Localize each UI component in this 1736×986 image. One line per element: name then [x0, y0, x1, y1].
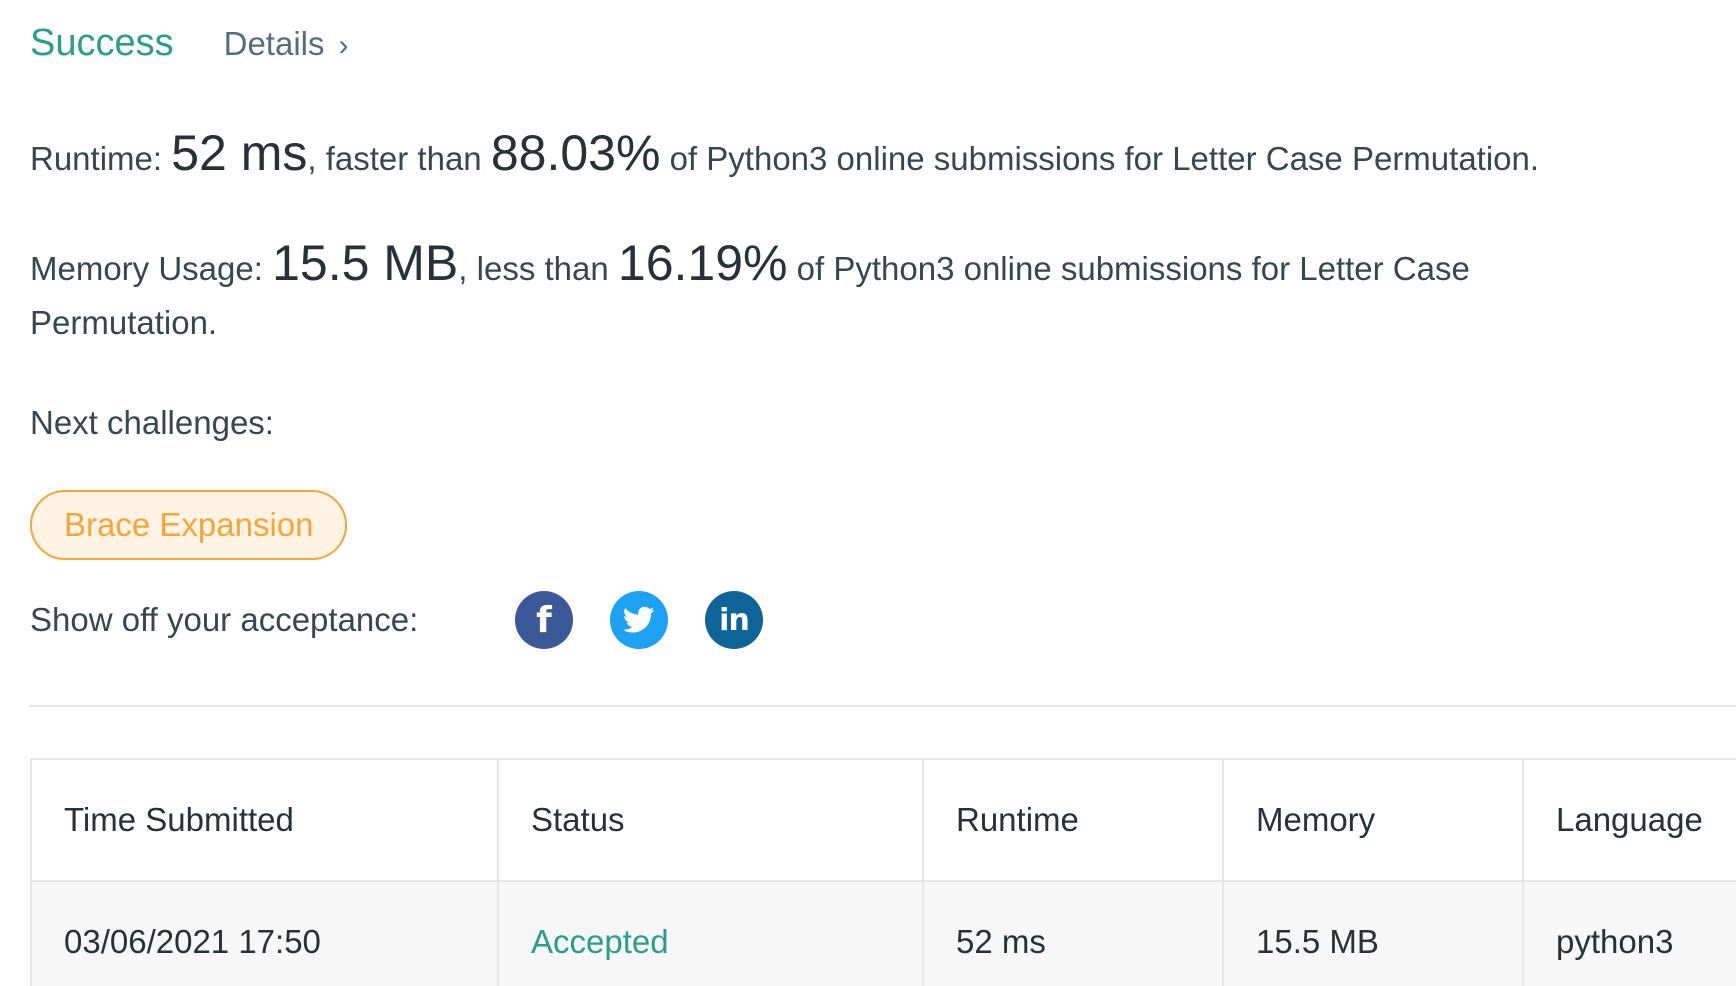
col-status[interactable]: Status: [497, 758, 924, 882]
share-row: Show off your acceptance: f in: [30, 590, 800, 650]
table-row: 03/06/2021 17:50 Accepted 52 ms 15.5 MB …: [30, 880, 1736, 986]
runtime-value: 52 ms: [171, 125, 308, 181]
submission-result-page: Success Details › Runtime: 52 ms, faster…: [0, 0, 1736, 986]
facebook-icon[interactable]: f: [515, 591, 573, 649]
runtime-percent: 88.03%: [490, 125, 661, 181]
twitter-bird-glyph: [623, 606, 655, 633]
runtime-tail: of Python3 online submissions for Letter…: [660, 140, 1540, 177]
cell-language: python3: [1522, 880, 1736, 986]
submissions-table: Time Submitted Status Runtime Memory Lan…: [30, 758, 1736, 986]
linkedin-icon[interactable]: in: [705, 591, 763, 649]
section-divider: [30, 705, 1736, 707]
details-label: Details: [223, 25, 325, 62]
memory-percent: 16.19%: [617, 235, 788, 291]
memory-mid: , less than: [458, 250, 618, 287]
memory-value: 15.5 MB: [272, 235, 459, 291]
col-runtime[interactable]: Runtime: [922, 758, 1224, 882]
result-header: Success Details ›: [30, 22, 349, 65]
table-header-row: Time Submitted Status Runtime Memory Lan…: [30, 758, 1736, 882]
twitter-icon[interactable]: [610, 591, 668, 649]
runtime-label: Runtime:: [30, 140, 172, 177]
challenge-tag-brace-expansion[interactable]: Brace Expansion: [30, 490, 348, 560]
next-challenges-label: Next challenges:: [30, 404, 274, 441]
col-memory[interactable]: Memory: [1222, 758, 1524, 882]
memory-stat: Memory Usage: 15.5 MB, less than 16.19% …: [30, 236, 1590, 350]
memory-label: Memory Usage:: [30, 250, 273, 287]
status-title: Success: [30, 22, 174, 64]
cell-runtime: 52 ms: [922, 880, 1224, 986]
runtime-stat: Runtime: 52 ms, faster than 88.03% of Py…: [30, 126, 1710, 186]
col-time-submitted[interactable]: Time Submitted: [30, 758, 499, 882]
col-language[interactable]: Language: [1522, 758, 1736, 882]
share-label: Show off your acceptance:: [30, 601, 419, 638]
details-link[interactable]: Details ›: [224, 25, 349, 63]
cell-memory: 15.5 MB: [1222, 880, 1524, 986]
chevron-right-icon: ›: [338, 29, 349, 62]
runtime-mid: , faster than: [307, 140, 491, 177]
cell-status-accepted[interactable]: Accepted: [497, 880, 924, 986]
cell-time-submitted: 03/06/2021 17:50: [30, 880, 499, 986]
